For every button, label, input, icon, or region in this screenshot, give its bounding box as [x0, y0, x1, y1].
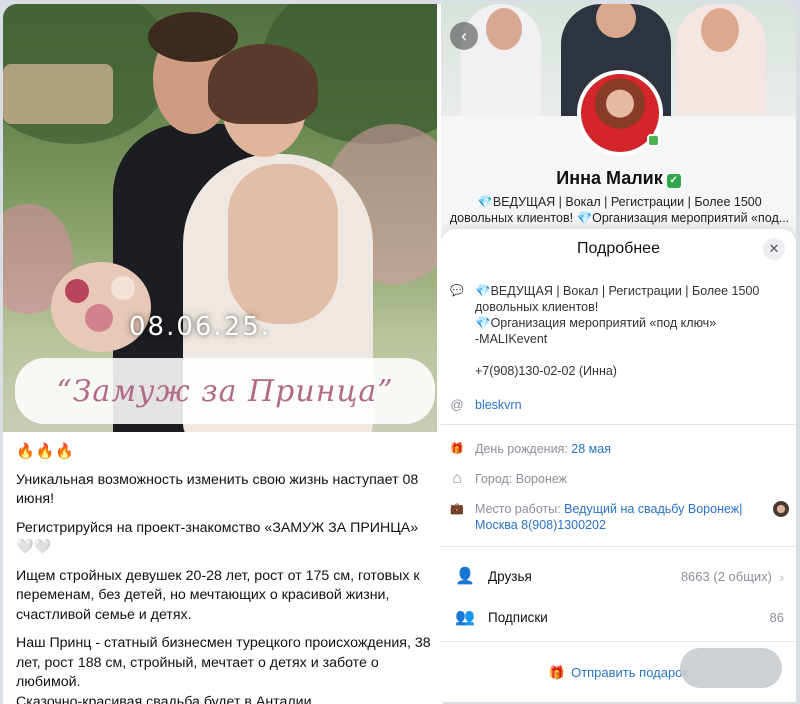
wedding-photo: 08.06.25. “Замуж за Принца”: [3, 4, 443, 432]
at-sign-icon: @: [450, 397, 464, 412]
project-title-banner: “Замуж за Принца”: [15, 358, 435, 424]
profile-name: Инна Малик ✓: [441, 168, 796, 189]
profile-link[interactable]: bleskvrn: [475, 397, 788, 413]
details-sheet: Подробнее ✕ 💬 💎ВЕДУЩАЯ | Вокал | Регистр…: [441, 229, 796, 702]
sheet-title: Подробнее: [577, 240, 660, 257]
chevron-right-icon: ›: [779, 569, 784, 585]
back-button[interactable]: ‹: [450, 22, 478, 50]
project-title: “Замуж за Принца”: [56, 373, 394, 409]
online-status-icon: [647, 134, 660, 147]
bio-line: 💎ВЕДУЩАЯ | Вокал | Регистрации | Более 1…: [475, 284, 760, 298]
divider: [441, 424, 796, 425]
profile-bio-short[interactable]: 💎ВЕДУЩАЯ | Вокал | Регистрации | Более 1…: [447, 194, 792, 226]
city-text: Город: Воронеж: [475, 472, 568, 486]
verified-icon: ✓: [666, 174, 681, 188]
fire-emojis: 🔥🔥🔥: [16, 443, 76, 460]
subscriptions-count: 86: [769, 610, 784, 625]
work-avatar[interactable]: [773, 501, 789, 517]
event-date-overlay: 08.06.25.: [129, 312, 272, 342]
close-button[interactable]: ✕: [763, 238, 785, 260]
birthday-value[interactable]: 28 мая: [571, 442, 611, 456]
post-paragraph-1: Уникальная возможность изменить свою жиз…: [16, 471, 419, 508]
person-icon: 👤: [455, 568, 475, 585]
bio-line: довольных клиентов!: [475, 300, 599, 314]
profile-name-text: Инна Малик: [556, 168, 663, 188]
briefcase-icon: 💼: [450, 503, 464, 515]
bio-phone[interactable]: +7(908)130-02-02 (Инна): [475, 363, 788, 379]
bio-line: 💎Организация мероприятий «под ключ»: [475, 316, 717, 330]
post-text: 🔥🔥🔥 Уникальная возможность изменить свою…: [16, 442, 436, 704]
speech-bubble-icon: 💬: [450, 285, 464, 297]
friends-count: 8663 (2 общих): [680, 569, 772, 584]
home-icon: ⌂: [452, 470, 462, 487]
blurred-overlay: [680, 648, 782, 688]
gift-icon: 🎁: [450, 443, 464, 455]
bio-line: [475, 347, 788, 363]
profile-header: ‹ Инна Малик ✓ 💎ВЕДУЩАЯ | Вокал | Регистр…: [441, 4, 796, 234]
work-value-2[interactable]: Москва 8(908)1300202: [475, 518, 606, 532]
bio-line: -MALIKevent: [475, 332, 548, 346]
people-icon: 👥: [455, 609, 475, 626]
post-paragraph-5: Сказочно-красивая свадьба будет в Антали…: [16, 693, 316, 704]
work-label: Место работы:: [475, 502, 561, 516]
gift-icon: 🎁: [548, 665, 566, 680]
divider: [441, 641, 796, 642]
post-paragraph-3: Ищем стройных девушек 20-28 лет, рост от…: [16, 567, 420, 623]
bio-text: 💎ВЕДУЩАЯ | Вокал | Регистрации | Более 1…: [475, 283, 788, 379]
work-value[interactable]: Ведущий на свадьбу Воронеж|: [564, 502, 742, 516]
profile-screen: ‹ Инна Малик ✓ 💎ВЕДУЩАЯ | Вокал | Регистр…: [441, 4, 796, 702]
post-paragraph-2: Регистрируйся на проект-знакомство «ЗАМУ…: [16, 519, 419, 556]
divider: [441, 546, 796, 547]
screenshot-collage: 08.06.25. “Замуж за Принца” 🔥🔥🔥 Уникальн…: [0, 0, 800, 704]
wedding-post: 08.06.25. “Замуж за Принца” 🔥🔥🔥 Уникальн…: [3, 4, 443, 704]
subscriptions-label: Подписки: [488, 610, 548, 625]
post-paragraph-4: Наш Принц - статный бизнесмен турецкого …: [16, 635, 431, 690]
birthday-label: День рождения:: [475, 442, 568, 456]
send-gift-label: Отправить подарок: [571, 665, 689, 680]
